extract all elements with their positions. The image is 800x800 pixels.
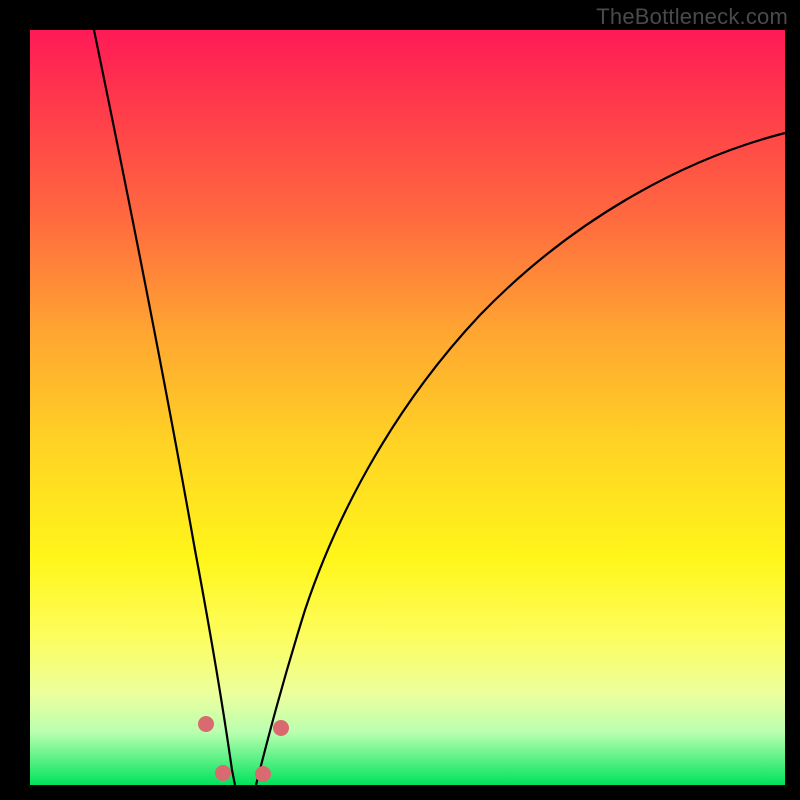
marker-dots bbox=[198, 716, 289, 782]
curve-right-branch bbox=[256, 133, 785, 785]
watermark-text: TheBottleneck.com bbox=[596, 4, 788, 30]
bottleneck-curve bbox=[30, 30, 785, 785]
plot-area bbox=[30, 30, 785, 785]
chart-frame: TheBottleneck.com bbox=[0, 0, 800, 800]
left-lower-dot bbox=[215, 765, 231, 781]
curve-left-branch bbox=[94, 30, 235, 785]
right-upper-dot bbox=[273, 720, 289, 736]
right-lower-dot bbox=[255, 766, 271, 782]
left-upper-dot bbox=[198, 716, 214, 732]
